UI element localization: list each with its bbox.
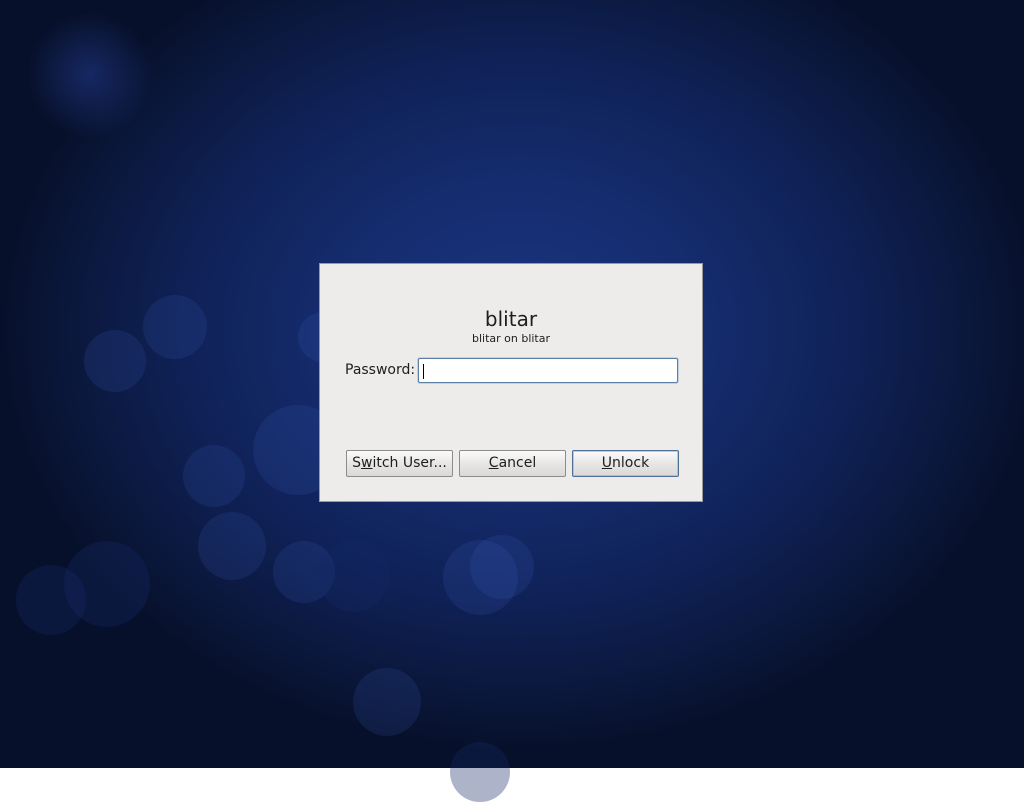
password-label: Password: (345, 362, 416, 378)
unlock-mnemonic: U (601, 455, 613, 471)
switch-user-label-suffix: itch User... (372, 455, 447, 471)
bokeh-decoration (198, 512, 266, 580)
bokeh-decoration (183, 445, 245, 507)
cancel-button[interactable]: Cancel (459, 450, 566, 477)
switch-user-button[interactable]: Switch User... (346, 450, 453, 477)
unlock-label-suffix: nlock (612, 455, 650, 471)
unlock-dialog: blitar blitar on blitar Password: Switch… (319, 263, 703, 502)
username-heading: blitar (484, 307, 538, 331)
bokeh-decoration (470, 535, 534, 599)
password-input[interactable] (418, 358, 678, 383)
cancel-label-suffix: ancel (498, 455, 537, 471)
bokeh-decoration (353, 668, 421, 736)
user-host-label: blitar on blitar (471, 332, 551, 345)
bokeh-decoration (16, 565, 86, 635)
bokeh-decoration (143, 295, 207, 359)
unlock-button[interactable]: Unlock (572, 450, 679, 477)
text-cursor (423, 364, 424, 379)
bokeh-decoration (84, 330, 146, 392)
switch-user-mnemonic: w (361, 455, 373, 471)
cancel-mnemonic: C (488, 455, 499, 471)
bokeh-decoration (450, 742, 510, 802)
bokeh-decoration (318, 540, 390, 612)
switch-user-label-prefix: S (352, 455, 362, 471)
